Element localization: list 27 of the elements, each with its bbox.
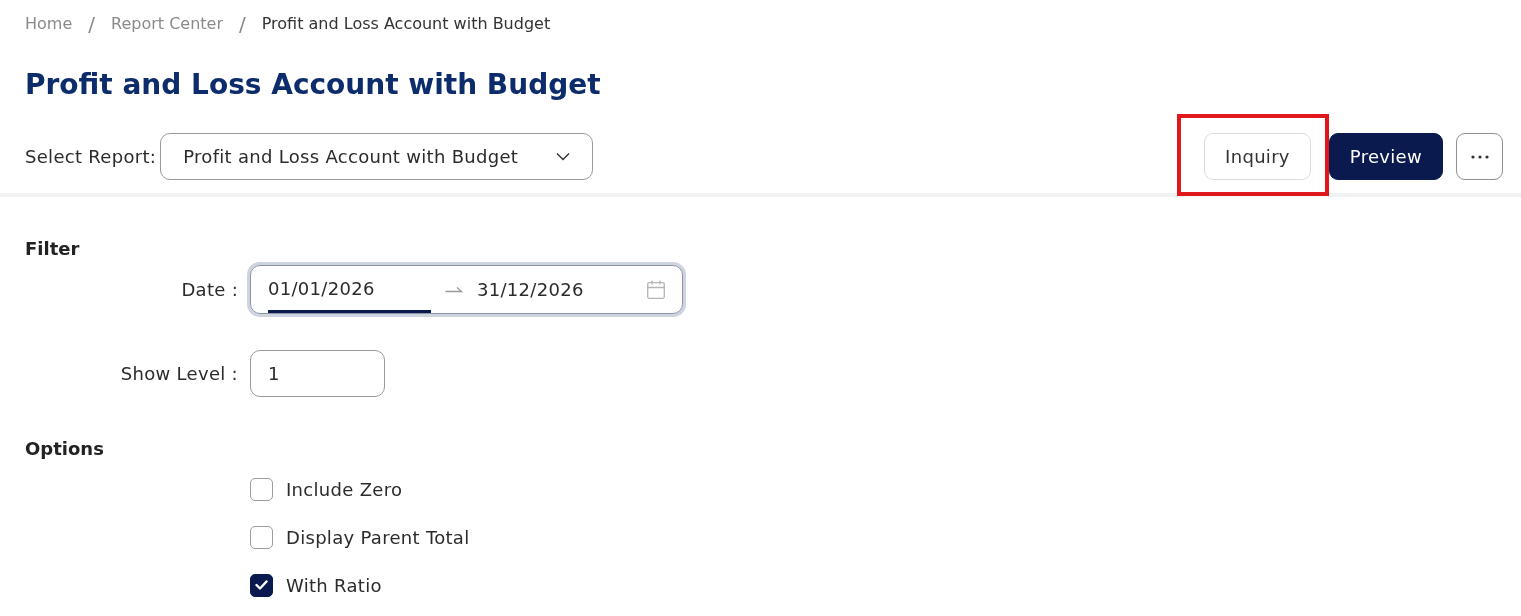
checkbox[interactable] [250,477,273,501]
breadcrumb-separator: / [88,12,95,36]
more-button[interactable] [1456,133,1503,180]
checkbox-label[interactable]: With Ratio [286,571,382,599]
select-report-label: Select Report: [25,145,157,169]
inquiry-button[interactable]: Inquiry [1204,133,1311,180]
chevron-down-icon [556,152,571,161]
report-select[interactable]: Profit and Loss Account with Budget [160,133,594,180]
more-icon [1470,154,1489,159]
show-level-label: Show Level : [119,362,239,386]
breadcrumb-current: Profit and Loss Account with Budget [261,13,551,35]
date-label: Date : [180,278,239,302]
preview-button[interactable]: Preview [1328,133,1443,180]
filter-heading: Filter [25,237,81,261]
breadcrumb-separator: / [239,12,246,36]
checked-checkbox[interactable] [250,573,273,597]
checkbox[interactable] [250,525,273,549]
calendar-icon [647,280,665,299]
end-date-input[interactable]: 31/12/2026 [477,266,647,313]
options-heading: Options [25,437,105,461]
checkmark-icon [255,580,268,590]
checkbox-label[interactable]: Display Parent Total [286,523,470,551]
start-date-input[interactable]: 01/01/2026 [268,266,431,313]
date-range-field[interactable]: 01/01/2026 31/12/2026 [250,265,683,314]
checkbox-label[interactable]: Include Zero [286,475,403,503]
show-level-field[interactable]: 1 [250,350,385,397]
page-title: Profit and Loss Account with Budget [25,67,602,103]
